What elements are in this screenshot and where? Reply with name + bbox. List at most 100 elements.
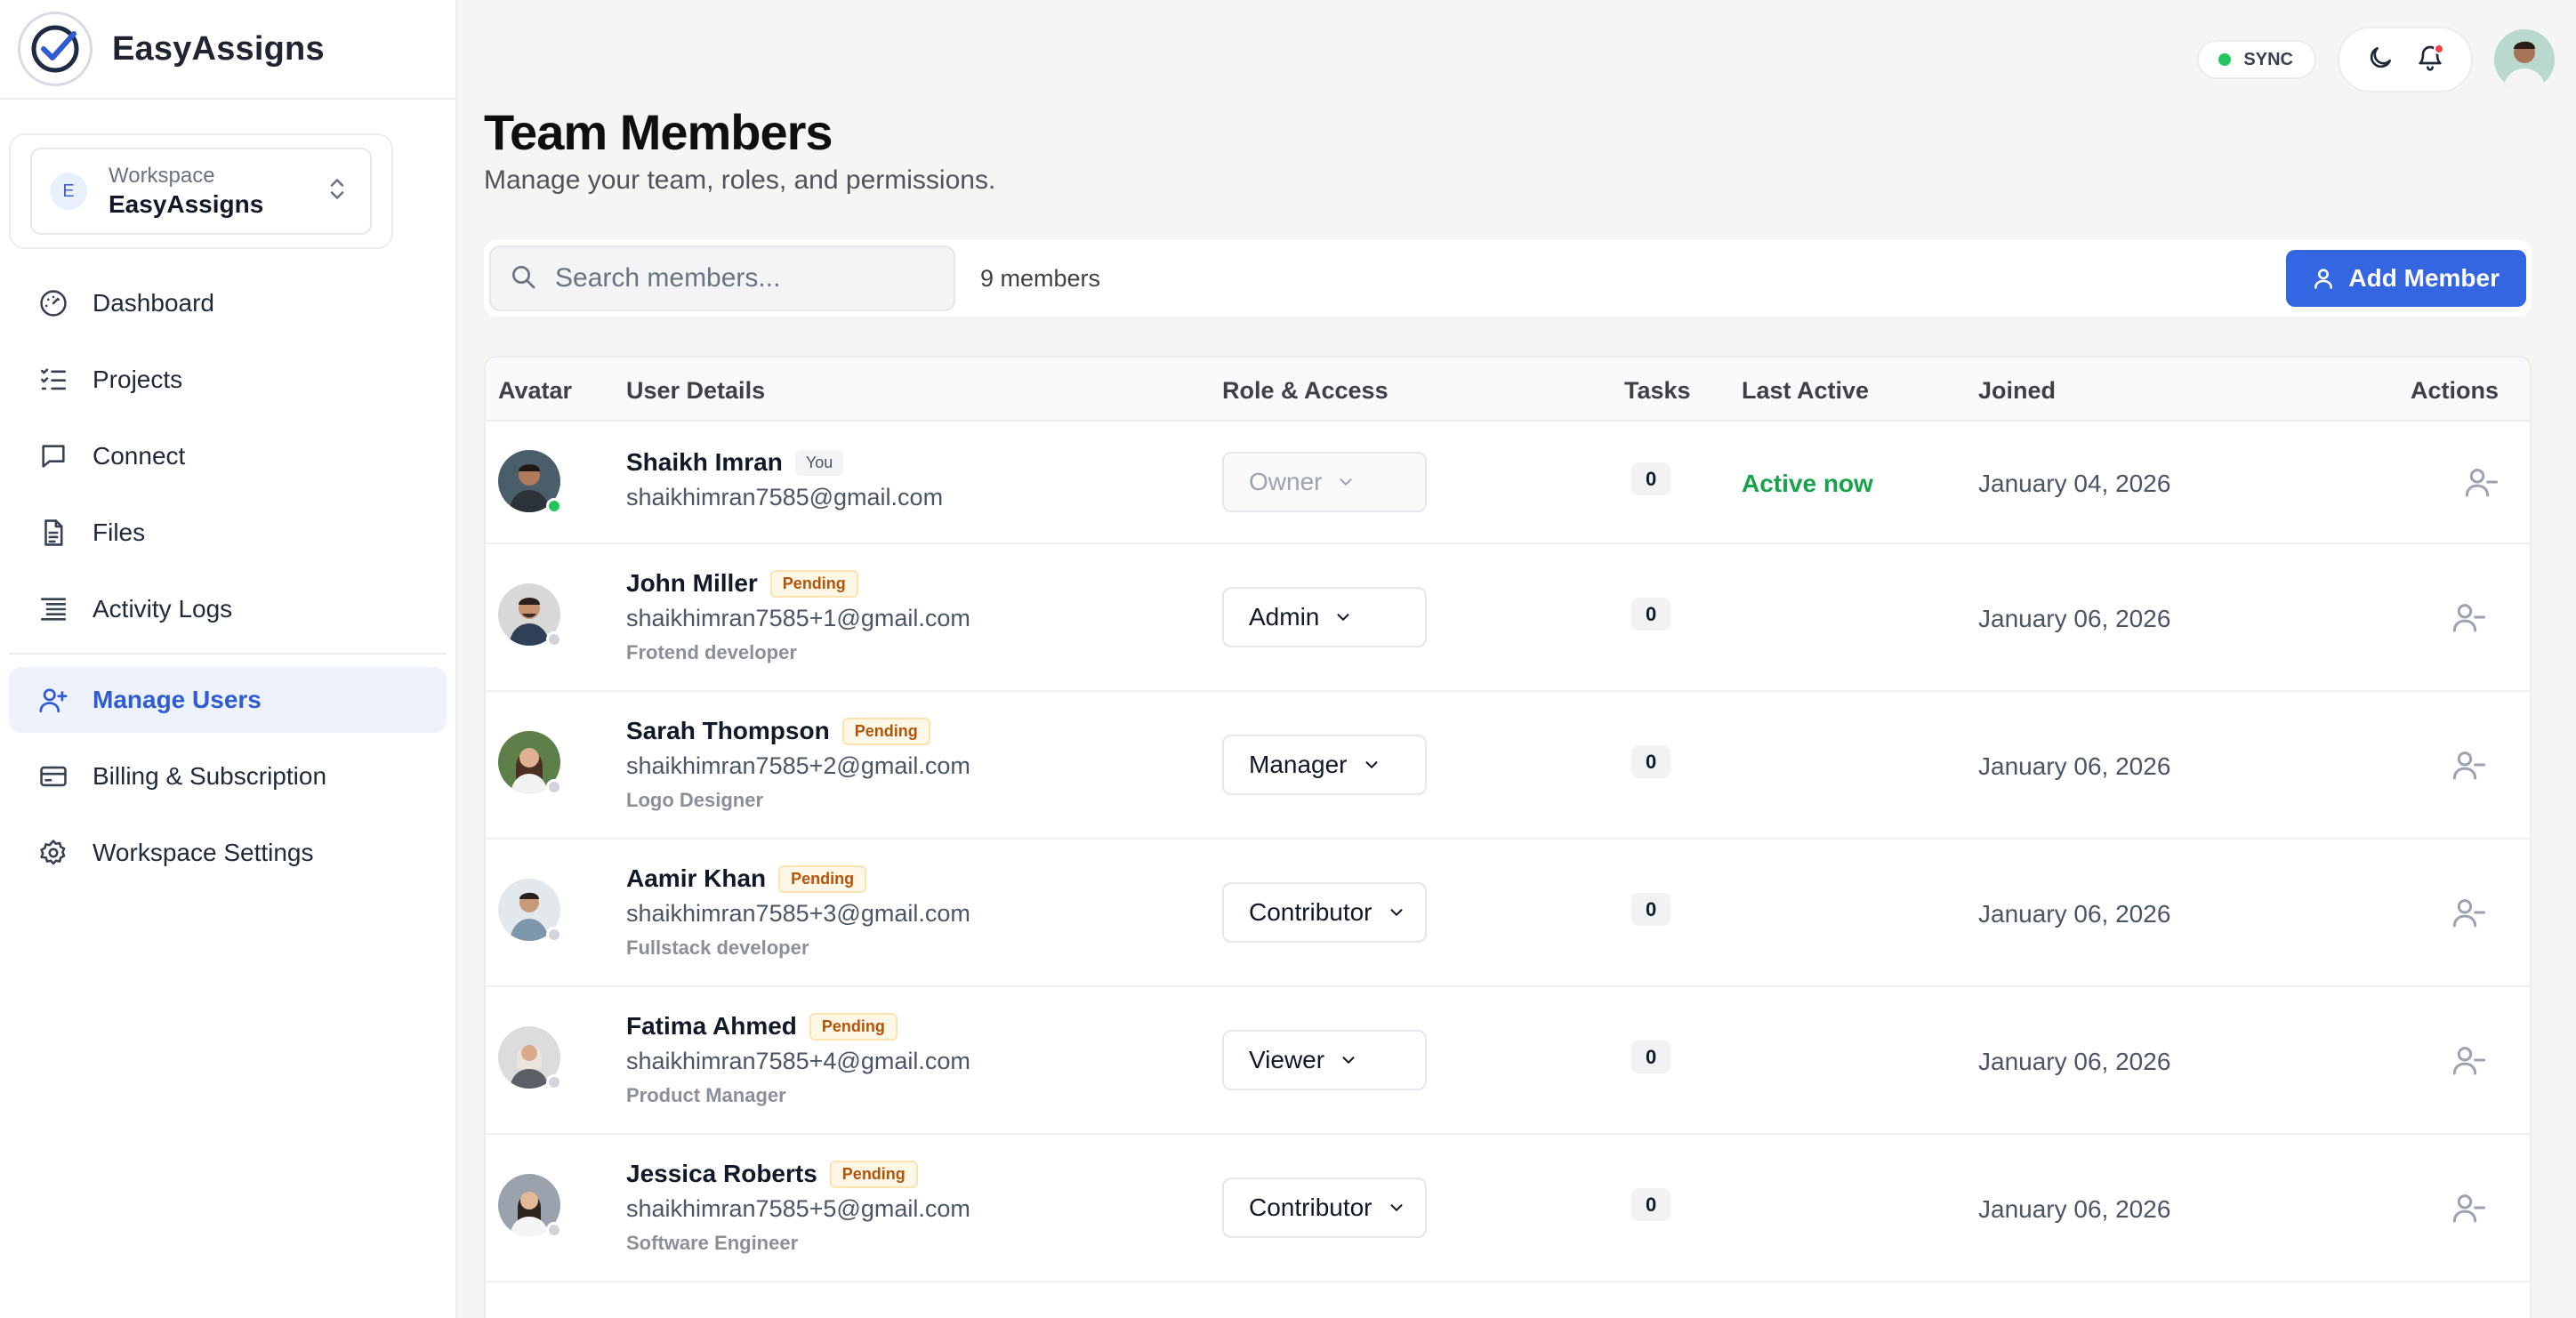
member-email: shaikhimran7585+5@gmail.com	[626, 1195, 970, 1222]
chevron-down-icon	[1340, 478, 1352, 486]
search-icon	[509, 262, 537, 295]
remove-member-button[interactable]	[2451, 1042, 2487, 1082]
remove-member-button[interactable]	[2451, 895, 2487, 935]
remove-member-button[interactable]	[2451, 747, 2487, 787]
role-select[interactable]: Manager	[1222, 735, 1427, 795]
user-minus-icon	[2452, 604, 2486, 632]
remove-member-button[interactable]	[2451, 599, 2487, 639]
offline-status-dot	[546, 1074, 562, 1090]
member-name: John Miller	[626, 569, 758, 597]
role-cell: Contributor	[1222, 882, 1427, 943]
tasks-cell: 0	[1631, 745, 1671, 778]
user-details-cell: Fatima Ahmed Pending shaikhimran7585+4@gm…	[626, 1012, 970, 1107]
role-cell: Admin	[1222, 587, 1427, 647]
workspace-switcher[interactable]: E Workspace EasyAssigns	[30, 148, 372, 235]
joined-date: January 04, 2026	[1978, 470, 2171, 497]
user-details-cell: John Miller Pending shaikhimran7585+1@gma…	[626, 569, 970, 664]
member-email: shaikhimran7585+2@gmail.com	[626, 752, 970, 779]
header-last-active: Last Active	[1742, 377, 1870, 404]
sidebar-item-label: Manage Users	[93, 686, 262, 713]
user-details-cell: Aamir Khan Pending shaikhimran7585+3@gmai…	[626, 864, 970, 960]
search-box	[489, 245, 955, 311]
table-row: Sarah Thompson Pending shaikhimran7585+2@…	[486, 692, 2530, 840]
workspace-badge: E	[50, 173, 87, 210]
role-select[interactable]: Admin	[1222, 587, 1427, 647]
joined-date: January 06, 2026	[1978, 900, 2171, 928]
member-email: shaikhimran7585+3@gmail.com	[626, 900, 970, 927]
joined-date: January 06, 2026	[1978, 1195, 2171, 1223]
offline-status-dot	[546, 779, 562, 795]
remove-member-button[interactable]	[2464, 464, 2500, 504]
pending-badge: Pending	[841, 717, 930, 745]
member-avatar-cell	[498, 583, 562, 647]
sidebar-item-projects[interactable]: Projects	[9, 347, 447, 413]
tasks-cell: 0	[1631, 462, 1671, 495]
member-avatar-cell	[498, 1174, 562, 1238]
task-count: 0	[1631, 1188, 1671, 1221]
chevron-down-icon	[1390, 909, 1403, 917]
user-details-cell: Shaikh Imran You shaikhimran7585@gmail.co…	[626, 448, 943, 511]
task-count: 0	[1631, 1041, 1671, 1073]
sidebar-item-label: Activity Logs	[93, 595, 233, 623]
last-active: Active now	[1742, 470, 1873, 497]
sidebar-item-label: Connect	[93, 442, 186, 470]
sidebar-item-billing[interactable]: Billing & Subscription	[9, 743, 447, 809]
sync-status-badge[interactable]: SYNC	[2197, 40, 2316, 79]
file-icon	[36, 515, 71, 551]
tasks-cell: 0	[1631, 1041, 1671, 1073]
credit-card-icon	[36, 759, 71, 794]
user-minus-icon	[2452, 751, 2486, 780]
sidebar-item-files[interactable]: Files	[9, 500, 447, 566]
list-checks-icon	[36, 362, 71, 398]
sidebar-item-activity-logs[interactable]: Activity Logs	[9, 576, 447, 642]
pending-badge: Pending	[809, 1012, 898, 1041]
sidebar-item-workspace-settings[interactable]: Workspace Settings	[9, 820, 447, 886]
role-value: Contributor	[1249, 1193, 1373, 1221]
brand-name: EasyAssigns	[112, 29, 325, 68]
task-count: 0	[1631, 462, 1671, 495]
user-avatar[interactable]	[2494, 29, 2555, 90]
add-member-button[interactable]: Add Member	[2286, 250, 2526, 307]
member-avatar-cell	[498, 450, 562, 514]
header-joined: Joined	[1978, 377, 2057, 404]
sidebar-item-manage-users[interactable]: Manage Users	[9, 667, 447, 733]
pending-badge: Pending	[778, 864, 867, 893]
member-email: shaikhimran7585+4@gmail.com	[626, 1048, 970, 1074]
offline-status-dot	[546, 631, 562, 647]
sidebar-item-dashboard[interactable]: Dashboard	[9, 270, 447, 336]
role-value: Owner	[1249, 468, 1323, 495]
task-count: 0	[1631, 745, 1671, 778]
header-role-access: Role & Access	[1222, 377, 1389, 404]
offline-status-dot	[546, 927, 562, 943]
user-icon	[2314, 269, 2333, 289]
chevron-down-icon	[1365, 761, 1378, 769]
dark-mode-toggle[interactable]	[2355, 35, 2405, 84]
joined-date: January 06, 2026	[1978, 605, 2171, 632]
header-avatar: Avatar	[498, 377, 573, 404]
member-count: 9 members	[980, 264, 1101, 292]
role-select[interactable]: Contributor	[1222, 882, 1427, 943]
member-name: Fatima Ahmed	[626, 1012, 797, 1040]
role-select[interactable]: Viewer	[1222, 1030, 1427, 1090]
brand-logo-icon[interactable]	[18, 12, 93, 86]
page-title: Team Members	[484, 104, 833, 160]
tasks-cell: 0	[1631, 598, 1671, 631]
user-details-cell: Sarah Thompson Pending shaikhimran7585+2@…	[626, 717, 970, 812]
remove-member-button[interactable]	[2451, 1190, 2487, 1230]
search-input[interactable]	[555, 263, 929, 293]
role-select-disabled: Owner	[1222, 452, 1427, 512]
member-job-title: Fullstack developer	[626, 936, 809, 959]
user-minus-icon	[2452, 1047, 2486, 1075]
user-minus-icon	[2465, 469, 2499, 497]
sidebar-item-connect[interactable]: Connect	[9, 423, 447, 489]
role-select[interactable]: Contributor	[1222, 1177, 1427, 1238]
chevron-up-down-icon	[327, 176, 347, 207]
user-minus-icon	[2452, 1194, 2486, 1223]
sidebar-item-label: Workspace Settings	[93, 839, 314, 866]
notifications-button[interactable]	[2405, 35, 2455, 84]
chevron-down-icon	[1390, 1204, 1403, 1212]
activity-list-icon	[36, 591, 71, 627]
role-cell: Owner	[1222, 452, 1427, 512]
sidebar-item-label: Projects	[93, 366, 183, 393]
role-cell: Manager	[1222, 735, 1427, 795]
